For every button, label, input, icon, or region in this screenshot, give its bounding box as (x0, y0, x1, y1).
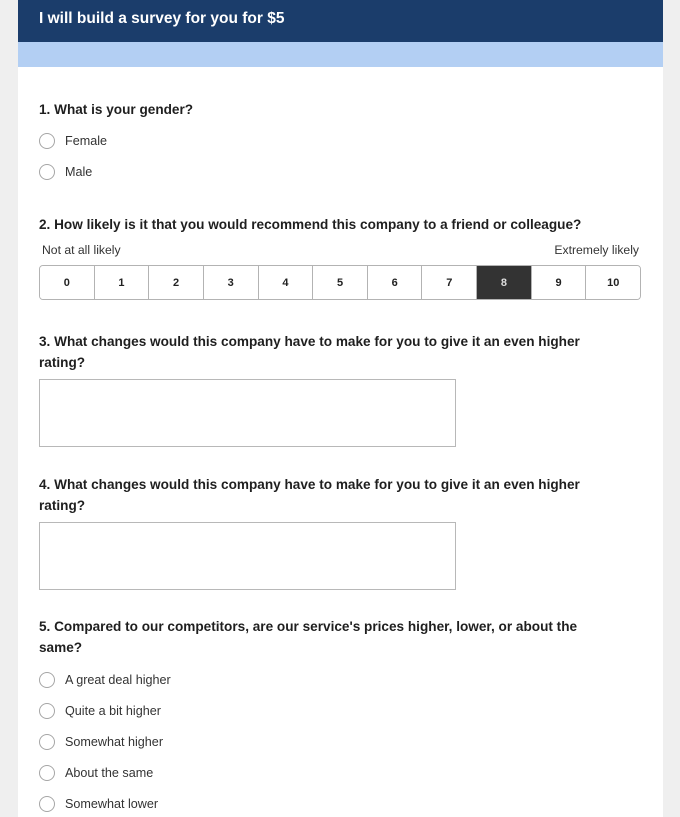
nps-option-1[interactable]: 1 (94, 266, 150, 299)
question-3-title: 3. What changes would this company have … (39, 331, 619, 373)
q5-option-great-deal-higher[interactable]: A great deal higher (39, 670, 171, 690)
q5-option-somewhat-lower[interactable]: Somewhat lower (39, 794, 158, 814)
q1-option-male[interactable]: Male (39, 162, 92, 182)
nps-high-label: Extremely likely (554, 243, 639, 257)
radio-button-icon[interactable] (39, 734, 55, 750)
nps-option-9[interactable]: 9 (531, 266, 587, 299)
radio-button-icon[interactable] (39, 796, 55, 812)
radio-button-icon[interactable] (39, 672, 55, 688)
header-progress-band (18, 42, 663, 67)
survey-title: I will build a survey for you for $5 (39, 10, 285, 27)
nps-option-2[interactable]: 2 (149, 266, 204, 299)
question-4-title-line1: 4. What changes would this company have … (39, 477, 580, 492)
radio-button-icon[interactable] (39, 765, 55, 781)
question-4-answer-textarea[interactable] (39, 522, 456, 590)
nps-option-0[interactable]: 0 (40, 266, 95, 299)
nps-option-8[interactable]: 8 (477, 266, 532, 299)
question-2-title: 2. How likely is it that you would recom… (39, 217, 582, 232)
option-label: A great deal higher (65, 673, 171, 687)
question-4-title-line2: rating? (39, 498, 86, 513)
nps-scale: 0 1 2 3 4 5 6 7 8 9 10 (39, 265, 641, 300)
question-5-title-line1: 5. Compared to our competitors, are our … (39, 619, 578, 634)
question-5-title: 5. Compared to our competitors, are our … (39, 616, 619, 658)
option-label: Quite a bit higher (65, 704, 161, 718)
question-3-answer-textarea[interactable] (39, 379, 456, 447)
option-label: Male (65, 165, 93, 179)
question-3-title-line1: 3. What changes would this company have … (39, 334, 580, 349)
radio-button-icon[interactable] (39, 164, 55, 180)
option-label: Somewhat lower (65, 797, 159, 811)
nps-option-3[interactable]: 3 (203, 266, 259, 299)
nps-option-7[interactable]: 7 (422, 266, 478, 299)
survey-panel: I will build a survey for you for $5 1. … (18, 0, 663, 817)
question-1-title: 1. What is your gender? (39, 102, 194, 117)
nps-option-5[interactable]: 5 (313, 266, 368, 299)
question-3-title-line2: rating? (39, 355, 86, 370)
question-5-title-line2: same? (39, 640, 83, 655)
nps-option-10[interactable]: 10 (586, 266, 640, 299)
radio-button-icon[interactable] (39, 703, 55, 719)
survey-header: I will build a survey for you for $5 (18, 0, 663, 42)
q5-option-about-the-same[interactable]: About the same (39, 763, 153, 783)
q5-option-somewhat-higher[interactable]: Somewhat higher (39, 732, 163, 752)
nps-option-6[interactable]: 6 (367, 266, 423, 299)
question-4-title: 4. What changes would this company have … (39, 474, 619, 516)
radio-button-icon[interactable] (39, 133, 55, 149)
option-label: About the same (65, 766, 154, 780)
q1-option-female[interactable]: Female (39, 131, 107, 151)
option-label: Female (65, 134, 107, 148)
nps-low-label: Not at all likely (42, 243, 121, 257)
option-label: Somewhat higher (65, 735, 164, 749)
q5-option-quite-a-bit-higher[interactable]: Quite a bit higher (39, 701, 161, 721)
nps-option-4[interactable]: 4 (258, 266, 314, 299)
